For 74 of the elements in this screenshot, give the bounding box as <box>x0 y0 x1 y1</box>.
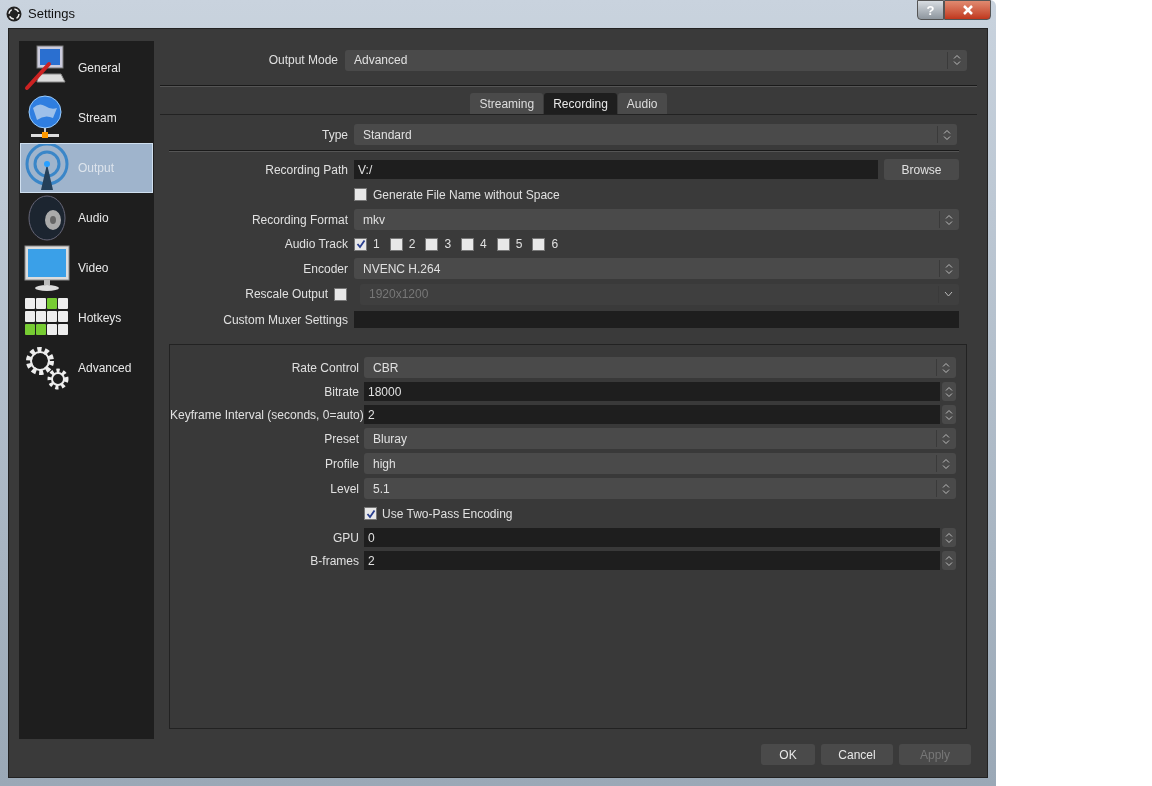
track-number: 2 <box>408 236 416 253</box>
sidebar-item[interactable]: Hotkeys <box>20 293 153 343</box>
dropdown[interactable]: 5.1 <box>364 478 956 499</box>
number-field[interactable]: 2 <box>364 551 940 570</box>
dropdown[interactable]: Standard <box>354 124 957 145</box>
field-label: Recording Format <box>250 211 348 229</box>
field-label: Bitrate <box>323 383 359 401</box>
field-label: Recording Path <box>264 161 348 179</box>
broadcast-antenna-icon <box>23 144 71 192</box>
sidebar-item[interactable]: Advanced <box>20 343 153 393</box>
track-number: 4 <box>480 236 487 253</box>
checkbox[interactable] <box>532 237 546 251</box>
sidebar-item[interactable]: Audio <box>20 193 153 243</box>
checkbox[interactable] <box>425 237 439 251</box>
checkbox[interactable] <box>354 237 367 251</box>
field-label: Output Mode <box>267 52 338 69</box>
field-label: Encoder <box>302 260 348 278</box>
updown-arrows-icon[interactable] <box>943 128 951 141</box>
checkbox-label: Use Two-Pass Encoding <box>382 505 513 523</box>
field-label: Custom Muxer Settings <box>222 311 348 329</box>
app-logo-icon <box>6 6 22 22</box>
chevron-down-icon <box>944 291 953 297</box>
updown-arrows-icon[interactable] <box>942 432 950 445</box>
field-label: Level <box>329 480 359 498</box>
sidebar-item[interactable]: Stream <box>20 93 153 143</box>
field-label: Rate Control <box>290 359 359 377</box>
updown-arrows-icon[interactable] <box>942 361 950 374</box>
sidebar-item[interactable]: Video <box>20 243 153 293</box>
checkbox[interactable] <box>354 188 367 201</box>
field-label: Preset <box>323 430 359 448</box>
sidebar-item[interactable]: General <box>20 43 153 93</box>
number-field[interactable]: 18000 <box>364 382 940 401</box>
field-label: GPU <box>332 529 359 547</box>
track-number: 5 <box>515 236 523 253</box>
dropdown[interactable]: CBR <box>364 357 956 378</box>
checkbox[interactable] <box>389 237 403 251</box>
updown-arrows-icon[interactable] <box>942 457 950 470</box>
path-field[interactable]: V:/ <box>354 160 878 179</box>
close-icon <box>961 5 974 15</box>
checkbox[interactable] <box>364 507 377 520</box>
checkbox[interactable] <box>461 237 475 251</box>
close-button[interactable] <box>944 0 991 20</box>
dropdown[interactable]: high <box>364 453 956 474</box>
field-label: Profile <box>324 455 359 473</box>
browse-button[interactable]: Browse <box>884 159 959 180</box>
text-field[interactable] <box>354 311 959 328</box>
dropdown[interactable]: NVENC H.264 <box>354 258 959 279</box>
tab[interactable]: Streaming <box>470 93 544 114</box>
track-number: 3 <box>444 236 452 253</box>
track-number: 6 <box>551 236 559 253</box>
track-number: 1 <box>373 236 380 253</box>
field-label: B-frames <box>309 552 359 570</box>
monitor-icon <box>23 244 71 292</box>
dropdown[interactable]: mkv <box>354 209 959 230</box>
checkbox[interactable] <box>334 287 347 301</box>
gears-icon <box>23 344 71 392</box>
dropdown[interactable]: Advanced <box>345 49 967 71</box>
updown-arrows-icon[interactable] <box>953 54 961 66</box>
tab[interactable]: Recording <box>544 93 617 114</box>
updown-arrows-icon[interactable] <box>942 482 950 495</box>
checkbox-label: Generate File Name without Space <box>373 186 560 204</box>
window-title: Settings <box>28 5 76 24</box>
tab[interactable]: Audio <box>617 93 667 114</box>
field-label: Type <box>321 126 348 144</box>
field-label: Rescale Output <box>244 286 328 303</box>
dropdown[interactable]: Bluray <box>364 428 956 449</box>
updown-arrows-icon[interactable] <box>945 262 953 275</box>
dialog-button[interactable]: OK <box>761 744 815 765</box>
dialog-button[interactable]: Cancel <box>821 744 893 765</box>
field-label: Audio Track <box>283 236 348 253</box>
checkbox[interactable] <box>496 237 510 251</box>
updown-arrows-icon[interactable] <box>945 213 953 226</box>
number-field[interactable]: 0 <box>364 528 940 547</box>
number-field[interactable]: 2 <box>364 405 940 424</box>
